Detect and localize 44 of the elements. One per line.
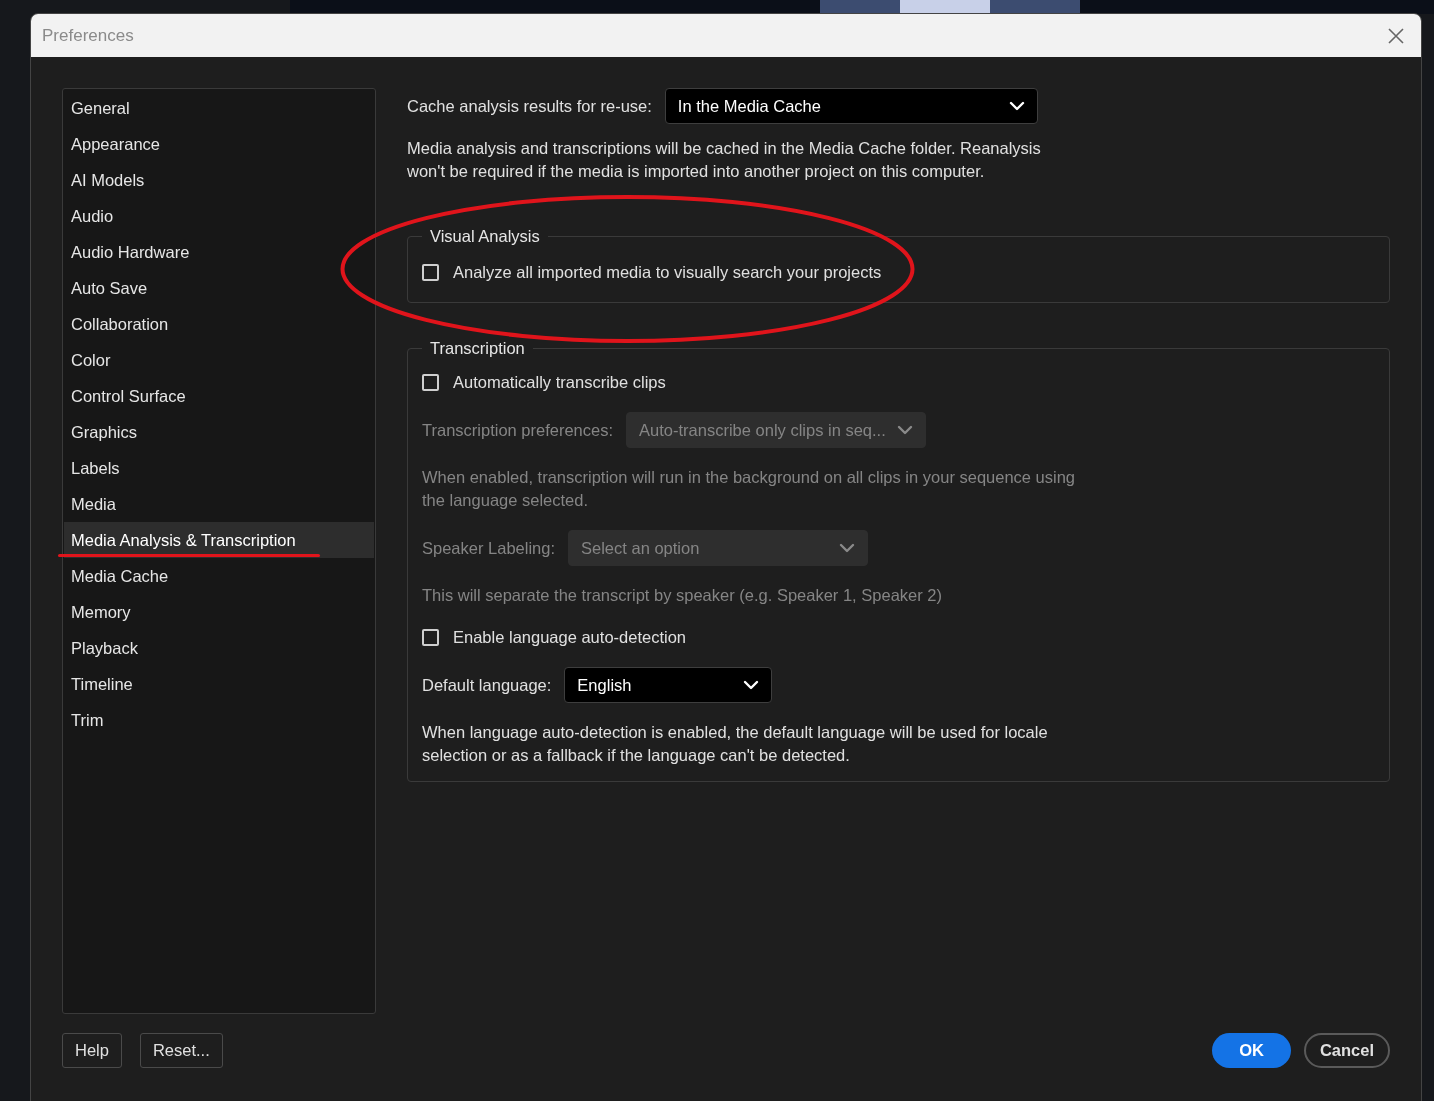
- description-text: When language auto-detection is enabled, the default language will be used for locale selection or as a fallback if the language can't be detected.: [422, 722, 1049, 766]
- chevron-down-icon: [839, 543, 855, 553]
- sidebar-item[interactable]: Media Cache: [64, 558, 374, 594]
- window-title: Preferences: [42, 25, 134, 46]
- sidebar-item[interactable]: General: [64, 90, 374, 126]
- field-label: Transcription preferences:: [422, 420, 614, 440]
- sidebar-item[interactable]: Playback: [64, 630, 374, 666]
- chevron-down-icon: [743, 680, 760, 690]
- checkbox-label: Analyze all imported media to visually search your projects: [453, 262, 882, 282]
- dialog-button[interactable]: Reset...: [139, 1033, 223, 1068]
- sidebar-item[interactable]: Audio: [64, 198, 374, 234]
- sidebar-item[interactable]: Media: [64, 486, 374, 522]
- dropdown[interactable]: In the Media Cache: [664, 88, 1038, 124]
- checkbox-label: Automatically transcribe clips: [453, 372, 666, 392]
- dialog-button[interactable]: OK: [1212, 1033, 1291, 1068]
- sidebar-item[interactable]: Audio Hardware: [64, 234, 374, 270]
- checkbox[interactable]: [422, 628, 439, 646]
- dropdown[interactable]: English: [564, 667, 773, 703]
- sidebar-item[interactable]: Auto Save: [64, 270, 374, 306]
- sidebar-item[interactable]: Collaboration: [64, 306, 374, 342]
- checkbox-label: Enable language auto-detection: [453, 627, 687, 647]
- sidebar-item[interactable]: Graphics: [64, 414, 374, 450]
- field-label: Speaker Labeling:: [422, 538, 555, 558]
- field-label: Default language:: [422, 675, 552, 695]
- sidebar-item[interactable]: Control Surface: [64, 378, 374, 414]
- sidebar-item[interactable]: AI Models: [64, 162, 374, 198]
- dialog-button[interactable]: Cancel: [1304, 1033, 1390, 1068]
- sidebar-item[interactable]: Color: [64, 342, 374, 378]
- chevron-down-icon: [897, 425, 914, 435]
- checkbox[interactable]: [422, 263, 439, 281]
- dialog-button[interactable]: Help: [62, 1033, 122, 1068]
- checkbox[interactable]: [422, 373, 439, 391]
- sidebar-item[interactable]: Labels: [64, 450, 374, 486]
- group-title: Transcription: [429, 339, 526, 358]
- group-title: Visual Analysis: [429, 227, 541, 246]
- description-text: This will separate the transcript by speaker (e.g. Speaker 1, Speaker 2): [422, 585, 943, 606]
- chevron-down-icon: [1008, 101, 1025, 111]
- field-label: Cache analysis results for re-use:: [407, 96, 652, 116]
- sidebar-item[interactable]: Appearance: [64, 126, 374, 162]
- description-text: Media analysis and transcriptions will be cached in the Media Cache folder. Reanalysis won't be required if the media is imported into another project on this computer.: [407, 138, 1042, 182]
- description-text: When enabled, transcription will run in the background on all clips in your sequence using the language selected.: [422, 467, 1077, 511]
- sidebar-item[interactable]: Memory: [64, 594, 374, 630]
- sidebar-item[interactable]: Trim: [64, 702, 374, 738]
- sidebar-item[interactable]: Timeline: [64, 666, 374, 702]
